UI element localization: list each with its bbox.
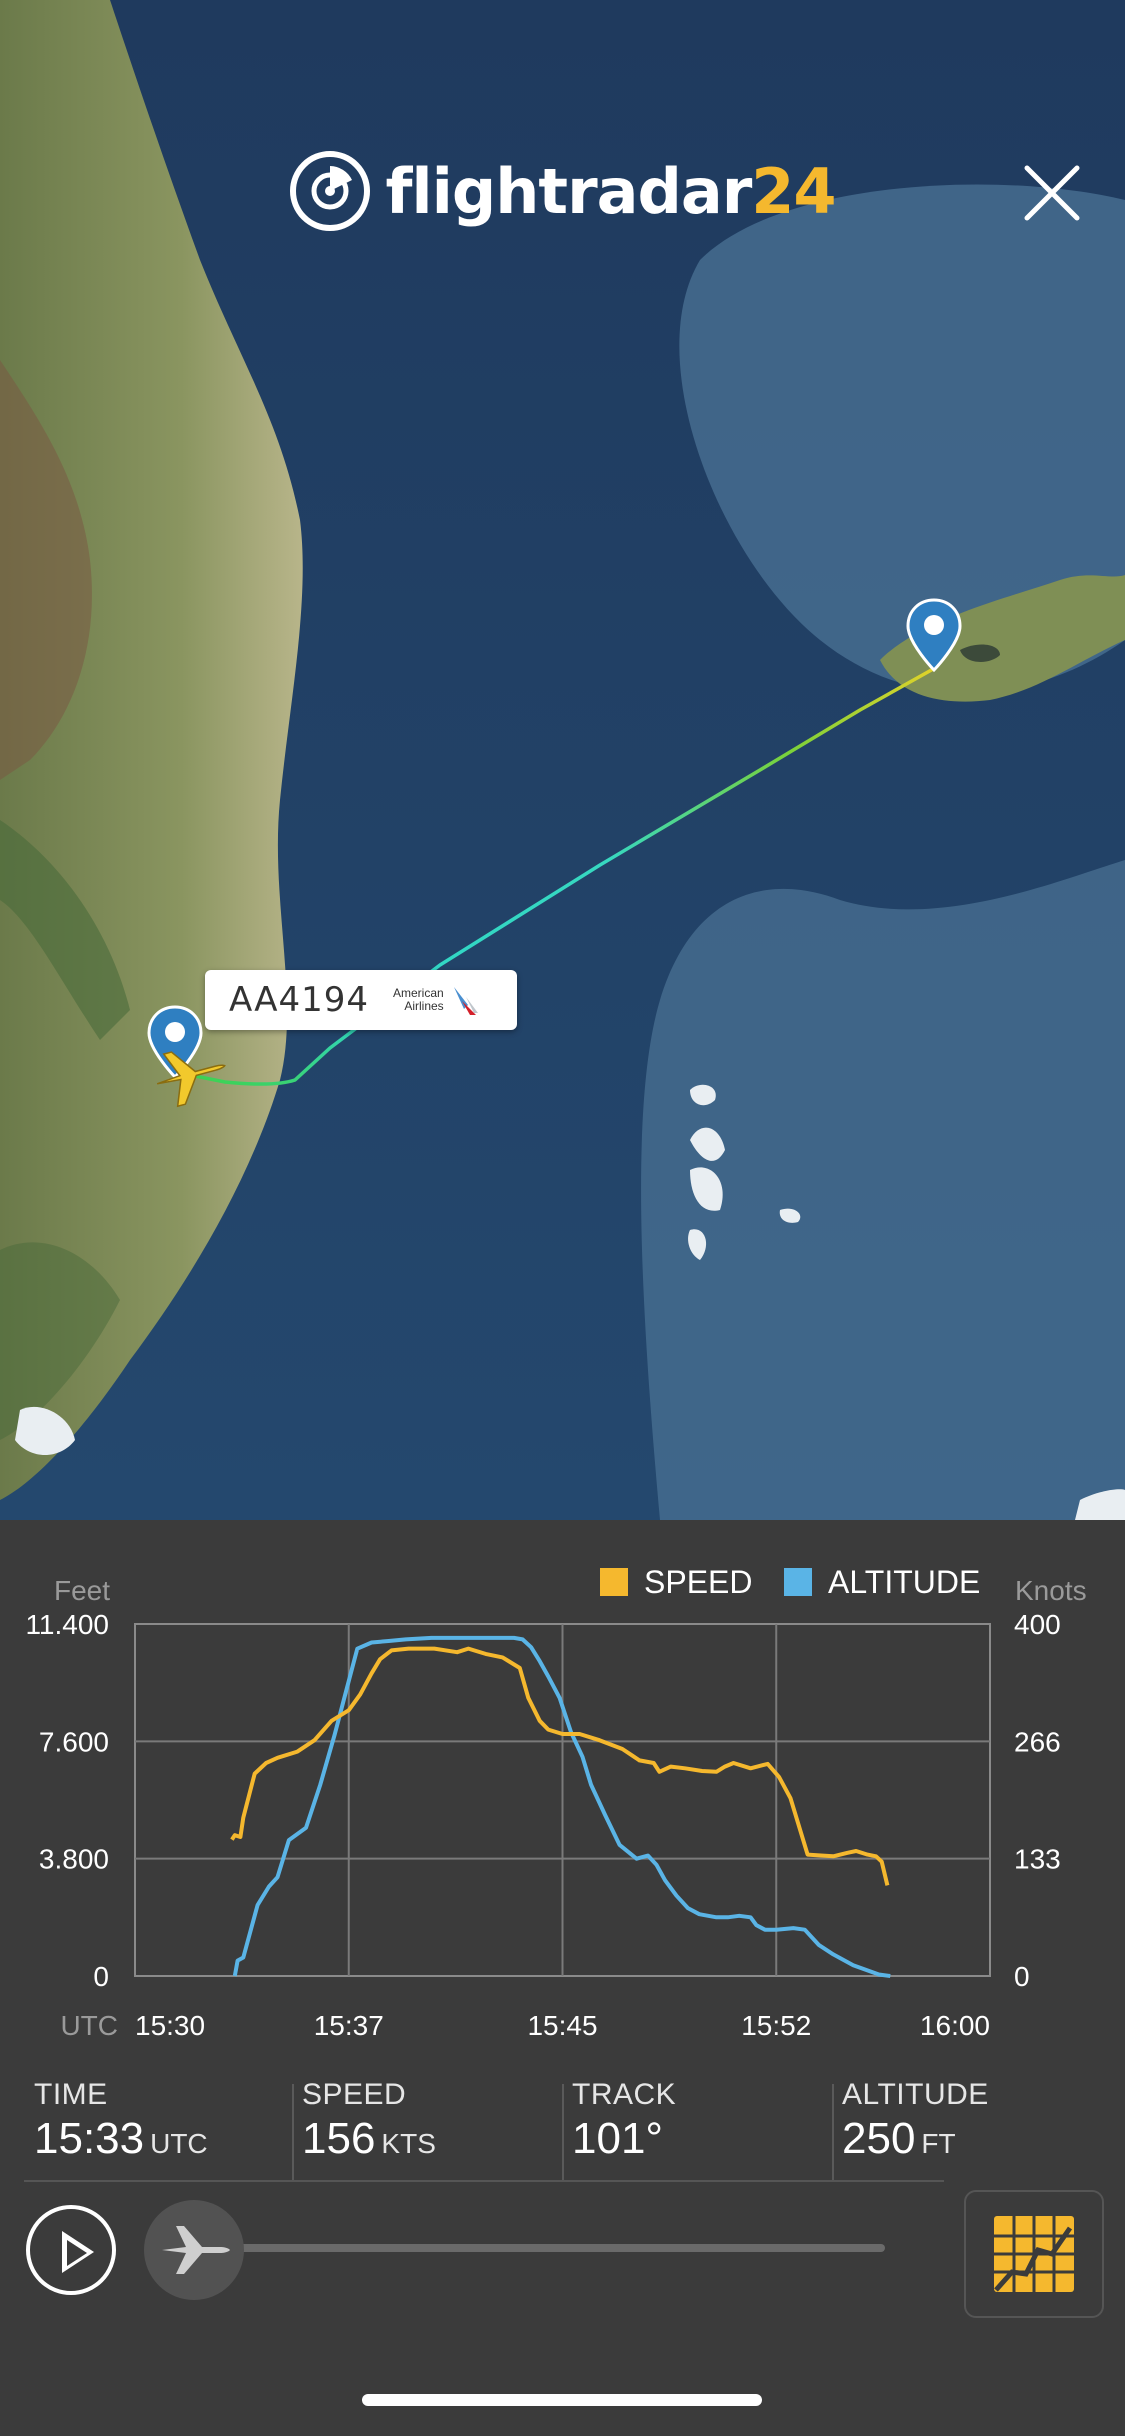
left-tick-label: 3.800 bbox=[39, 1844, 109, 1875]
airline-name-line1: American bbox=[393, 986, 444, 1000]
left-tick-label: 7.600 bbox=[39, 1726, 109, 1757]
playback-slider-track[interactable] bbox=[190, 2244, 885, 2252]
legend-speed-swatch bbox=[600, 1568, 628, 1596]
flight-label[interactable]: AA4194 American Airlines bbox=[205, 970, 517, 1030]
x-tick-label: 15:45 bbox=[527, 2010, 597, 2041]
info-divider bbox=[24, 2180, 944, 2182]
chart-icon bbox=[994, 2216, 1074, 2292]
speed-unit: KTS bbox=[381, 2128, 436, 2159]
play-button[interactable] bbox=[26, 2205, 116, 2295]
radar-logo-icon bbox=[290, 151, 371, 231]
airline-logo: American Airlines bbox=[393, 983, 482, 1017]
american-airlines-logo-icon bbox=[453, 987, 478, 1015]
speed-value: 156 bbox=[302, 2114, 376, 2163]
right-tick-label: 266 bbox=[1014, 1726, 1061, 1757]
flight-callsign: AA4194 bbox=[229, 980, 369, 1020]
legend-altitude-swatch bbox=[784, 1568, 812, 1596]
flight-info-bar: TIME 15:33 UTC SPEED 156 KTS TRACK 101° AL… bbox=[0, 2060, 1125, 2436]
app-logo: flightradar24 bbox=[0, 150, 1125, 237]
chart-svg: SPEED ALTITUDE Feet Knots UTC 11.400 400 7… bbox=[25, 1564, 1087, 2041]
stat-divider bbox=[832, 2084, 834, 2180]
time-value: 15:33 bbox=[34, 2114, 145, 2163]
stat-divider bbox=[292, 2084, 294, 2180]
x-tick-label: 15:52 bbox=[741, 2010, 811, 2041]
altitude-stat: ALTITUDE 250 FT bbox=[842, 2078, 989, 2164]
track-label: TRACK bbox=[572, 2078, 677, 2111]
speed-altitude-chart: SPEED ALTITUDE Feet Knots UTC 11.400 400 7… bbox=[0, 1520, 1125, 2060]
home-indicator bbox=[362, 2394, 762, 2406]
left-tick-label: 0 bbox=[93, 1961, 109, 1992]
x-tick-label: 16:00 bbox=[920, 2010, 990, 2041]
chart-toggle-button[interactable] bbox=[964, 2190, 1104, 2318]
speed-series-line bbox=[230, 1646, 890, 1886]
aircraft-icon[interactable] bbox=[150, 1040, 230, 1110]
logo-number: 24 bbox=[751, 154, 836, 228]
airplane-icon bbox=[162, 2226, 230, 2274]
left-axis-title: Feet bbox=[54, 1575, 110, 1606]
x-tick-label: 15:37 bbox=[314, 2010, 384, 2041]
right-tick-label: 133 bbox=[1014, 1844, 1061, 1875]
legend-altitude-label: ALTITUDE bbox=[828, 1564, 980, 1600]
altitude-label: ALTITUDE bbox=[842, 2078, 989, 2111]
flight-map[interactable]: AA4194 American Airlines flightradar24 bbox=[0, 0, 1125, 1520]
time-label: TIME bbox=[34, 2078, 108, 2111]
left-tick-label: 11.400 bbox=[25, 1609, 109, 1640]
track-value: 101° bbox=[572, 2114, 664, 2163]
legend-speed-label: SPEED bbox=[644, 1564, 752, 1600]
track-stat: TRACK 101° bbox=[572, 2078, 676, 2164]
time-unit: UTC bbox=[150, 2128, 208, 2159]
speed-stat: SPEED 156 KTS bbox=[302, 2078, 436, 2164]
close-icon[interactable] bbox=[1019, 160, 1085, 226]
speed-label: SPEED bbox=[302, 2078, 407, 2111]
destination-airport-pin-icon[interactable] bbox=[904, 598, 964, 674]
x-tick-label: 15:30 bbox=[135, 2010, 205, 2041]
playback-slider-thumb[interactable] bbox=[144, 2200, 244, 2300]
right-axis-title: Knots bbox=[1015, 1575, 1087, 1606]
altitude-unit: FT bbox=[921, 2128, 956, 2159]
stat-divider bbox=[562, 2084, 564, 2180]
logo-text: flightradar bbox=[385, 154, 752, 228]
right-tick-label: 400 bbox=[1014, 1609, 1061, 1640]
right-tick-label: 0 bbox=[1014, 1961, 1030, 1992]
time-stat: TIME 15:33 UTC bbox=[34, 2078, 208, 2164]
x-axis-title: UTC bbox=[60, 2010, 118, 2041]
altitude-value: 250 bbox=[842, 2114, 916, 2163]
airline-name-line2: Airlines bbox=[404, 999, 444, 1013]
